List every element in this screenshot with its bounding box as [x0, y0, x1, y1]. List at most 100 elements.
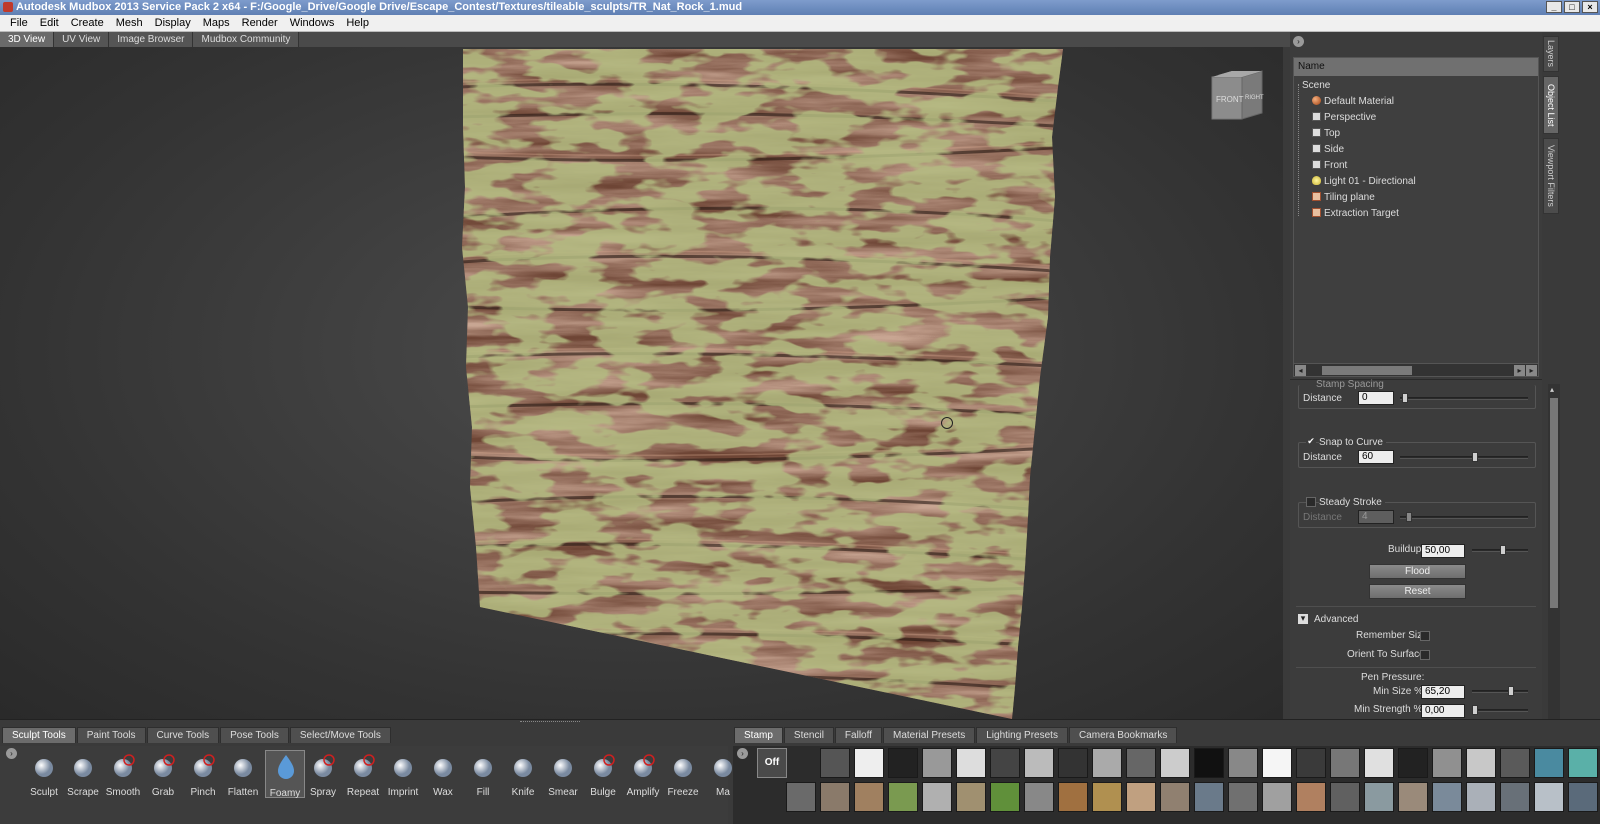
object-list-scrollbar[interactable]: ◂ ▸ ▸	[1294, 363, 1538, 376]
stamp-thumbnail[interactable]	[1432, 782, 1462, 812]
min-strength-slider[interactable]	[1472, 709, 1528, 712]
advanced-collapse-icon[interactable]: ▾	[1298, 614, 1308, 624]
buildup-input[interactable]: 50,00	[1421, 544, 1465, 558]
tree-item-tiling-plane[interactable]: Tiling plane	[1312, 190, 1375, 206]
stamp-thumbnail[interactable]	[1228, 782, 1258, 812]
stamp-thumbnail[interactable]	[1058, 782, 1088, 812]
tool-wax[interactable]: Wax	[423, 750, 463, 798]
stamp-thumbnail[interactable]	[1466, 782, 1496, 812]
scroll-left-icon[interactable]: ◂	[1295, 365, 1306, 376]
buildup-slider-handle[interactable]	[1500, 545, 1506, 555]
menu-windows[interactable]: Windows	[284, 17, 341, 29]
tree-item-side[interactable]: Side	[1312, 142, 1344, 158]
orient-to-surface-checkbox[interactable]	[1420, 650, 1430, 660]
min-size-slider-handle[interactable]	[1508, 686, 1514, 696]
stamp-thumbnail[interactable]	[1262, 782, 1292, 812]
min-strength-input[interactable]: 0,00	[1421, 704, 1465, 718]
stamp-thumbnail[interactable]	[1330, 748, 1360, 778]
shelf-expand-button[interactable]: ›	[6, 748, 17, 759]
stamp-thumbnail[interactable]	[1092, 782, 1122, 812]
stamp-thumbnail[interactable]	[1058, 748, 1088, 778]
tool-smooth[interactable]: Smooth	[103, 750, 143, 798]
stamp-thumbnail[interactable]	[888, 782, 918, 812]
tab-layers[interactable]: Layers	[1543, 36, 1559, 72]
object-list-header[interactable]: Name	[1294, 58, 1538, 76]
stamp-thumbnail[interactable]	[854, 748, 884, 778]
tool-sculpt[interactable]: Sculpt	[24, 750, 64, 798]
stamp-thumbnail[interactable]	[1500, 782, 1530, 812]
tab-object-list[interactable]: Object List	[1543, 76, 1559, 134]
steady-distance-input[interactable]: 4	[1358, 510, 1394, 524]
stamp-thumbnail[interactable]	[1432, 748, 1462, 778]
tool-repeat[interactable]: Repeat	[343, 750, 383, 798]
stamp-thumbnail[interactable]	[1568, 748, 1598, 778]
tab-stamp[interactable]: Stamp	[734, 727, 783, 743]
stamp-shelf-expand-button[interactable]: ›	[737, 748, 748, 759]
menu-file[interactable]: File	[4, 17, 34, 29]
properties-scroll-thumb[interactable]	[1550, 398, 1558, 608]
tree-item-extraction-target[interactable]: Extraction Target	[1312, 206, 1399, 222]
stamp-thumbnail[interactable]	[1228, 748, 1258, 778]
remember-size-checkbox[interactable]	[1420, 631, 1430, 641]
stamp-thumbnail[interactable]	[1160, 782, 1190, 812]
tab-falloff[interactable]: Falloff	[834, 727, 882, 743]
scroll-up-icon[interactable]: ▴	[1550, 385, 1554, 394]
tree-item-scene[interactable]: Scene	[1298, 78, 1330, 94]
steady-stroke-checkbox[interactable]	[1306, 497, 1316, 507]
stamp-thumbnail[interactable]	[1296, 782, 1326, 812]
stamp-thumbnail[interactable]	[1398, 748, 1428, 778]
stamp-thumbnail[interactable]	[1364, 782, 1394, 812]
scroll-thumb[interactable]	[1322, 366, 1412, 375]
stamp-thumbnail[interactable]	[854, 782, 884, 812]
tab-mudbox-community[interactable]: Mudbox Community	[193, 32, 300, 47]
stamp-thumbnail[interactable]	[1126, 748, 1156, 778]
stamp-thumbnail[interactable]	[1024, 782, 1054, 812]
close-button[interactable]: ×	[1582, 1, 1598, 13]
tab-sculpt-tools[interactable]: Sculpt Tools	[2, 727, 76, 743]
menu-create[interactable]: Create	[65, 17, 110, 29]
maximize-button[interactable]: □	[1564, 1, 1580, 13]
snap-distance-slider[interactable]	[1400, 456, 1528, 459]
menu-display[interactable]: Display	[149, 17, 197, 29]
tool-scrape[interactable]: Scrape	[63, 750, 103, 798]
tool-foamy[interactable]: Foamy	[265, 750, 305, 799]
stamp-thumbnail[interactable]	[1398, 782, 1428, 812]
tab-uv-view[interactable]: UV View	[54, 32, 110, 47]
flood-button[interactable]: Flood	[1369, 564, 1466, 579]
tree-item-top[interactable]: Top	[1312, 126, 1340, 142]
tab-paint-tools[interactable]: Paint Tools	[76, 727, 146, 743]
steady-distance-slider-handle[interactable]	[1406, 512, 1412, 522]
stamp-thumbnail[interactable]	[1024, 748, 1054, 778]
tab-select-move-tools[interactable]: Select/Move Tools	[289, 727, 391, 743]
properties-scrollbar[interactable]: ▴	[1548, 384, 1560, 719]
viewcube[interactable]: FRONT RIGHT	[1210, 69, 1266, 121]
stamp-thumbnail[interactable]	[1568, 782, 1598, 812]
stamp-thumbnail[interactable]	[990, 782, 1020, 812]
tab-stencil[interactable]: Stencil	[783, 727, 834, 743]
minimize-button[interactable]: _	[1546, 1, 1562, 13]
stamp-thumbnail[interactable]	[1534, 782, 1564, 812]
stamp-thumbnail[interactable]	[1534, 748, 1564, 778]
stamp-thumbnail[interactable]	[1194, 748, 1224, 778]
stamp-thumbnail[interactable]	[1160, 748, 1190, 778]
tool-freeze[interactable]: Freeze	[663, 750, 703, 798]
tab-pose-tools[interactable]: Pose Tools	[220, 727, 289, 743]
stamp-thumbnail[interactable]	[1466, 748, 1496, 778]
tool-fill[interactable]: Fill	[463, 750, 503, 798]
tree-item-default-material[interactable]: Default Material	[1312, 94, 1394, 110]
stamp-thumbnail[interactable]	[922, 748, 952, 778]
min-size-input[interactable]: 65,20	[1421, 685, 1465, 699]
stamp-spacing-slider-handle[interactable]	[1402, 393, 1408, 403]
tool-smear[interactable]: Smear	[543, 750, 583, 798]
tree-item-light[interactable]: Light 01 - Directional	[1312, 174, 1416, 190]
stamp-spacing-distance-input[interactable]: 0	[1358, 391, 1394, 405]
stamp-off-button[interactable]: Off	[757, 748, 787, 778]
scroll-right-icon[interactable]: ▸	[1514, 365, 1525, 376]
tree-item-perspective[interactable]: Perspective	[1312, 110, 1376, 126]
min-size-slider[interactable]	[1472, 690, 1528, 693]
tab-curve-tools[interactable]: Curve Tools	[146, 727, 220, 743]
tool-bulge[interactable]: Bulge	[583, 750, 623, 798]
stamp-thumbnail[interactable]	[956, 782, 986, 812]
menu-edit[interactable]: Edit	[34, 17, 65, 29]
stamp-thumbnail[interactable]	[990, 748, 1020, 778]
